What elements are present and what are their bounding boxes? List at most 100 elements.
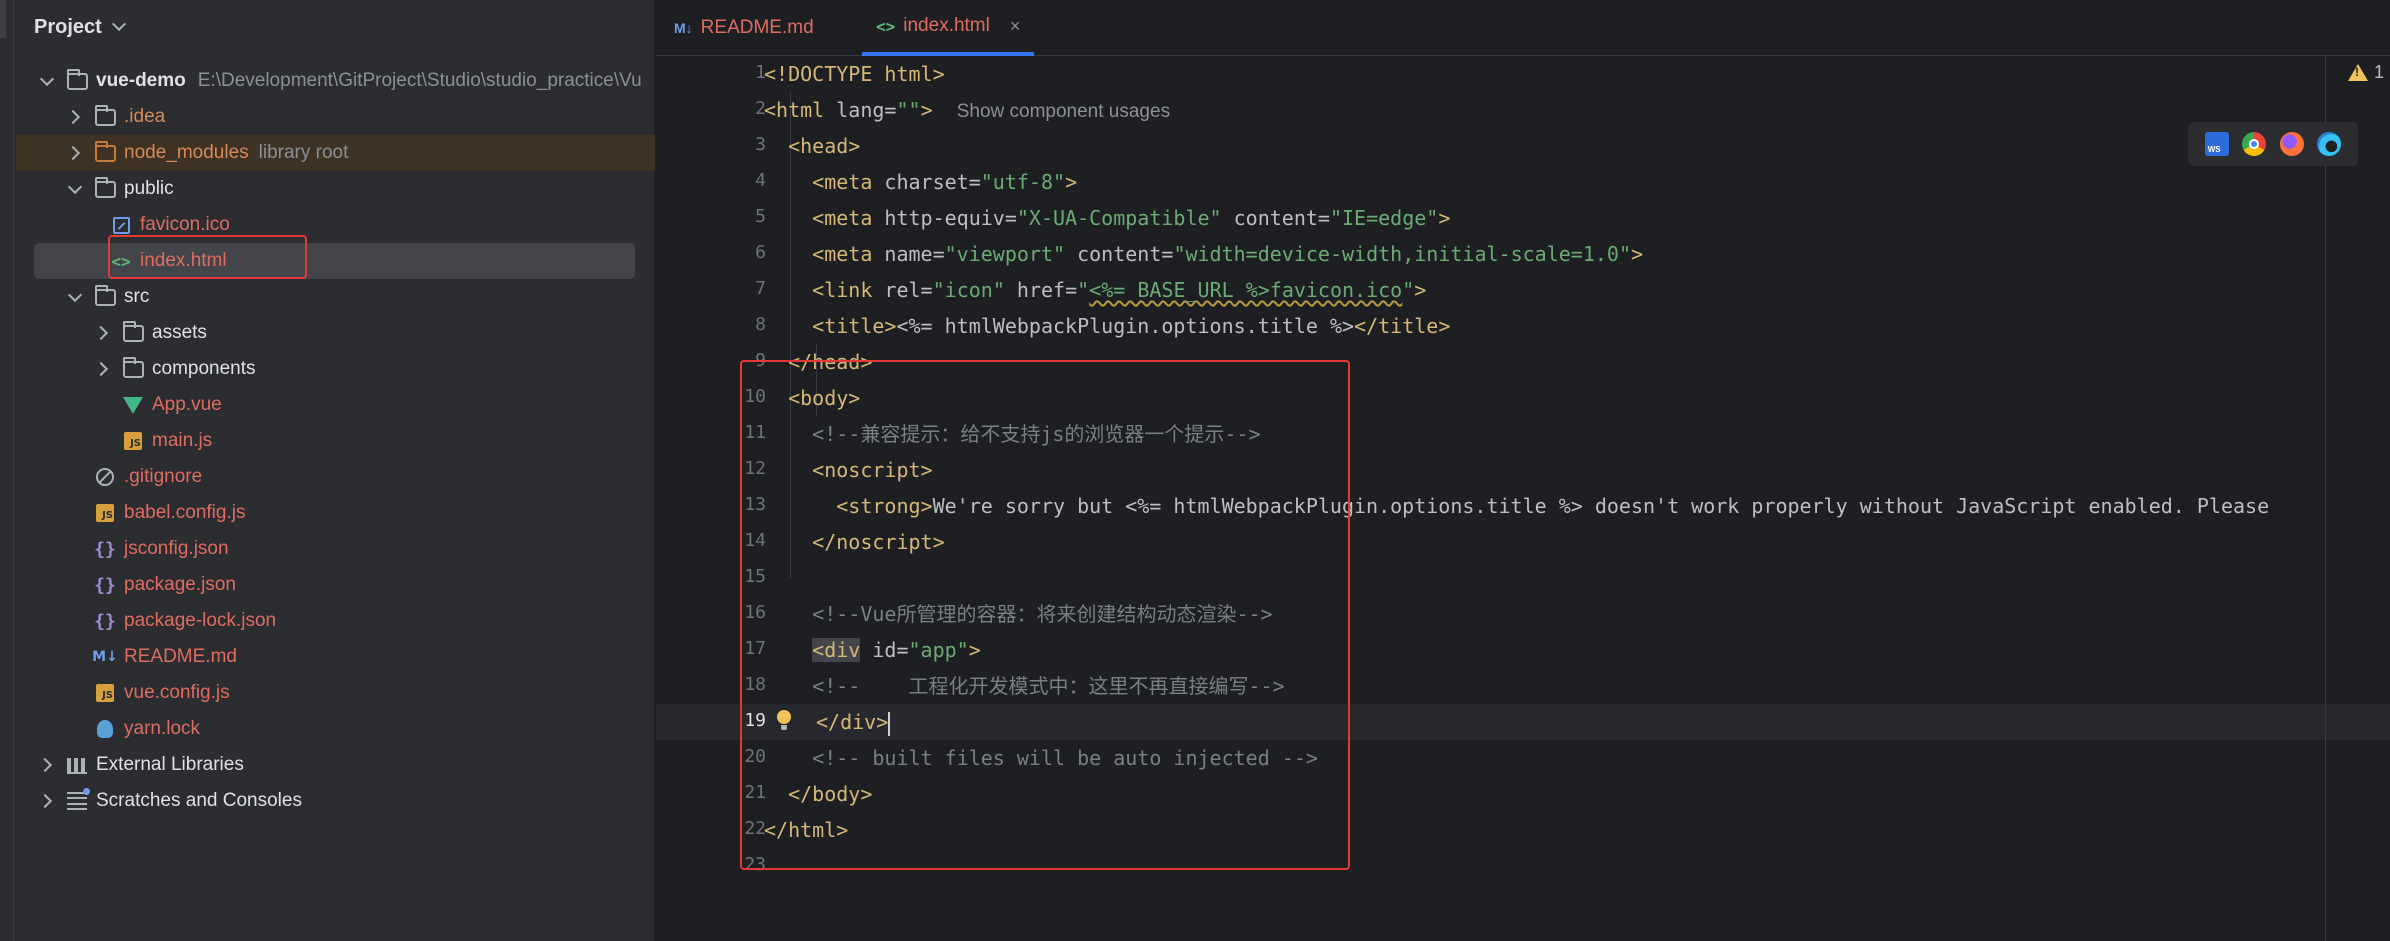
line-number[interactable]: 9 — [706, 350, 766, 371]
tab-index-html[interactable]: <> index.html × — [862, 0, 1035, 56]
line-number[interactable]: 10 — [706, 386, 766, 407]
chevron-right-icon[interactable] — [68, 110, 82, 124]
tree-item-main-js[interactable]: JS main.js — [16, 423, 655, 459]
code-line-4[interactable]: <meta charset="utf-8"> — [764, 164, 2390, 200]
tree-item-vue-demo[interactable]: vue-demo E:\Development\GitProject\Studi… — [16, 63, 655, 99]
inspection-widget[interactable]: 1 — [2347, 62, 2384, 83]
code-line-18[interactable]: <!-- 工程化开发模式中：这里不再直接编写--> — [764, 668, 2390, 704]
code-line-16[interactable]: <!--Vue所管理的容器：将来创建结构动态渲染--> — [764, 596, 2390, 632]
code-line-9[interactable]: </head> — [764, 344, 2390, 380]
show-component-usages-hint[interactable]: Show component usages — [957, 101, 1170, 122]
code-line-12[interactable]: <noscript> — [764, 452, 2390, 488]
tree-item-readme[interactable]: M↓ README.md — [16, 639, 655, 675]
code-line-13[interactable]: <strong>We're sorry but <%= htmlWebpackP… — [764, 488, 2390, 524]
code-line-17[interactable]: <div id="app"> — [764, 632, 2390, 668]
tree-item-favicon[interactable]: favicon.ico — [16, 207, 655, 243]
code-line-22[interactable]: </html> — [764, 812, 2390, 848]
code-editor[interactable]: </div> <!DOCTYPE html> <html lang=""> Sh… — [656, 56, 2390, 941]
lightbulb-icon[interactable] — [775, 710, 793, 734]
line-number[interactable]: 12 — [706, 458, 766, 479]
firefox-icon[interactable] — [2279, 132, 2304, 156]
chevron-right-icon[interactable] — [96, 362, 110, 376]
line-number[interactable]: 20 — [706, 746, 766, 767]
tree-item-label: .gitignore — [124, 466, 203, 487]
line-number[interactable]: 11 — [706, 422, 766, 443]
line-number[interactable]: 5 — [706, 206, 766, 227]
tab-readme[interactable]: M↓ README.md — [674, 0, 814, 56]
line-number[interactable]: 8 — [706, 314, 766, 335]
line-number[interactable]: 22 — [706, 818, 766, 839]
code-line-3[interactable]: <head> — [764, 128, 2390, 164]
tree-item-external-libraries[interactable]: External Libraries — [16, 747, 655, 783]
line-number[interactable]: 2 — [706, 98, 766, 119]
line-number[interactable]: 14 — [706, 530, 766, 551]
tree-item-yarn-lock[interactable]: yarn.lock — [16, 711, 655, 747]
code-line-14[interactable]: </noscript> — [764, 524, 2390, 560]
tree-item-label: components — [152, 358, 256, 379]
tree-item-label: main.js — [152, 430, 213, 451]
chevron-right-icon[interactable] — [96, 326, 110, 340]
editor-right-margin — [2325, 56, 2326, 941]
line-number[interactable]: 18 — [706, 674, 766, 695]
line-number[interactable]: 13 — [706, 494, 766, 515]
code-line-1[interactable]: <!DOCTYPE html> — [764, 56, 2390, 92]
tree-item-package-json[interactable]: {} package.json — [16, 567, 655, 603]
code-line-21[interactable]: </body> — [764, 776, 2390, 812]
tree-item-jsconfig[interactable]: {} jsconfig.json — [16, 531, 655, 567]
line-number[interactable]: 1 — [706, 62, 766, 83]
vue-file-icon — [122, 395, 144, 415]
tree-item-components[interactable]: components — [16, 351, 655, 387]
tree-item-gitignore[interactable]: .gitignore — [16, 459, 655, 495]
webstorm-icon[interactable] — [2204, 132, 2229, 156]
line-number[interactable]: 16 — [706, 602, 766, 623]
code-line-23[interactable] — [764, 848, 2390, 884]
tree-item-vue-config[interactable]: JS vue.config.js — [16, 675, 655, 711]
line-number[interactable]: 15 — [706, 566, 766, 587]
chevron-right-icon[interactable] — [40, 794, 54, 808]
tree-item-app-vue[interactable]: App.vue — [16, 387, 655, 423]
folder-icon — [94, 284, 116, 307]
code-line-5[interactable]: <meta http-equiv="X-UA-Compatible" conte… — [764, 200, 2390, 236]
tree-item-babel-config[interactable]: JS babel.config.js — [16, 495, 655, 531]
code-line-7[interactable]: <link rel="icon" href="<%= BASE_URL %>fa… — [764, 272, 2390, 308]
code-line-15[interactable] — [764, 560, 2390, 596]
tree-item-public[interactable]: public — [16, 171, 655, 207]
chevron-down-icon[interactable] — [68, 182, 82, 196]
edge-icon[interactable] — [2317, 132, 2342, 156]
line-number[interactable]: 19 — [706, 710, 766, 731]
line-number[interactable]: 21 — [706, 782, 766, 803]
chevron-down-icon[interactable] — [68, 290, 82, 304]
tree-item-assets[interactable]: assets — [16, 315, 655, 351]
chrome-icon[interactable] — [2242, 132, 2267, 156]
line-number[interactable]: 3 — [706, 134, 766, 155]
html-file-icon: <> — [876, 16, 896, 36]
project-view-selector[interactable]: Project — [34, 13, 126, 41]
chevron-down-icon[interactable] — [40, 74, 54, 88]
chevron-right-icon[interactable] — [40, 758, 54, 772]
line-number[interactable]: 23 — [706, 854, 766, 875]
line-number[interactable]: 7 — [706, 278, 766, 299]
tree-item-package-lock[interactable]: {} package-lock.json — [16, 603, 655, 639]
code-line-19[interactable]: </div> — [656, 704, 2390, 740]
chevron-right-icon[interactable] — [68, 146, 82, 160]
tree-item-label: src — [124, 286, 150, 307]
tree-item-scratches[interactable]: Scratches and Consoles — [16, 783, 655, 819]
json-file-icon: {} — [94, 538, 116, 560]
tree-item-src[interactable]: src — [16, 279, 655, 315]
code-line-10[interactable]: <body> — [764, 380, 2390, 416]
line-number[interactable]: 17 — [706, 638, 766, 659]
json-file-icon: {} — [94, 610, 116, 632]
close-icon[interactable]: × — [1010, 16, 1021, 37]
code-line-8[interactable]: <title><%= htmlWebpackPlugin.options.tit… — [764, 308, 2390, 344]
ignore-file-icon — [94, 467, 116, 487]
code-line-20[interactable]: <!-- built files will be auto injected -… — [764, 740, 2390, 776]
line-number[interactable]: 6 — [706, 242, 766, 263]
tree-item-idea[interactable]: .idea — [16, 99, 655, 135]
tree-item-node-modules[interactable]: node_modules library root — [16, 135, 655, 171]
code-line-2[interactable]: <html lang=""> Show component usages — [764, 92, 2390, 128]
line-number[interactable]: 4 — [706, 170, 766, 191]
line-number-gutter[interactable]: 1 2 3 4 5 6 7 8 9 10 11 12 13 14 15 16 17 18 19 20 21 22 23 — [656, 56, 774, 941]
code-line-11[interactable]: <!--兼容提示：给不支持js的浏览器一个提示--> — [764, 416, 2390, 452]
tree-item-index-html[interactable]: <> index.html — [34, 243, 635, 279]
code-line-6[interactable]: <meta name="viewport" content="width=dev… — [764, 236, 2390, 272]
